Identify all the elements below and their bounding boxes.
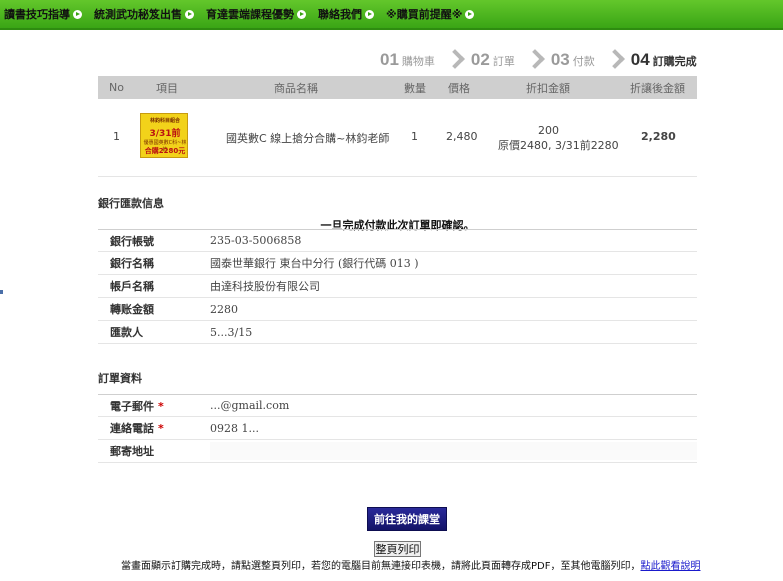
row-final: 2,280 xyxy=(641,130,676,143)
bank-label: 匯款人 xyxy=(110,326,143,339)
arrow-circle-icon xyxy=(185,9,194,19)
chevron-right-icon xyxy=(447,51,459,69)
col-header-no: No xyxy=(109,81,124,94)
nav-item-study-tips[interactable]: 讀書技巧指導 xyxy=(4,6,82,22)
thumb-text: 合購2280元 xyxy=(144,147,186,155)
label-text: 連絡電話 xyxy=(110,422,154,435)
step-complete: 04 訂購完成 xyxy=(631,50,697,70)
row-no: 1 xyxy=(113,130,120,143)
order-info-table: 電子郵件 * ...@gmail.com 連絡電話 * 0928 1... 郵寄地址 xyxy=(98,394,697,463)
bank-value: 由達科技股份有限公司 xyxy=(210,280,320,293)
nav-item-label: ※購買前提醒※ xyxy=(386,8,463,21)
nav-item-purchase-notice[interactable]: ※購買前提醒※ xyxy=(386,6,475,22)
step-label: 購物車 xyxy=(401,55,435,68)
arrow-circle-icon xyxy=(297,9,306,19)
bank-label: 轉账金額 xyxy=(110,303,154,316)
order-info-row: 郵寄地址 xyxy=(98,440,697,463)
row-discount-note: 原價2480, 3/31前2280 xyxy=(498,139,619,152)
bank-info-table: 銀行帳號 235-03-5006858 銀行名稱 國泰世華銀行 東台中分行 (銀… xyxy=(98,229,697,344)
phone-value: 0928 1... xyxy=(210,421,259,435)
email-value: ...@gmail.com xyxy=(210,399,290,412)
footer-text: 當畫面顯示訂購完成時，請點選整頁列印，若您的電腦目前無連接印表機，請將此頁面轉存… xyxy=(121,561,641,572)
order-table-header: No 項目 商品名稱 數量 價格 折扣金額 折讓後金額 xyxy=(98,76,697,99)
order-info-label: 連絡電話 * xyxy=(98,420,210,436)
step-number: 02 xyxy=(470,50,490,69)
order-info-row: 連絡電話 * 0928 1... xyxy=(98,417,697,440)
thumb-text: 3/31前 xyxy=(149,129,181,139)
col-header-price: 價格 xyxy=(448,81,470,95)
row-discount: 200 xyxy=(538,124,559,137)
thumb-text: 林鈞科目組合 xyxy=(149,118,180,124)
goto-my-class-button[interactable]: 前往我的課堂 xyxy=(367,507,447,531)
section-title-bank: 銀行匯款信息 xyxy=(98,197,164,210)
step-cart: 01 購物車 xyxy=(380,50,435,70)
product-name: 國英數C 線上搶分合購~林鈞老師 xyxy=(226,132,390,145)
step-label: 付款 xyxy=(572,55,595,68)
order-info-label: 電子郵件 * xyxy=(98,398,210,414)
arrow-circle-icon xyxy=(465,9,475,19)
col-header-name: 商品名稱 xyxy=(274,81,318,95)
row-qty: 1 xyxy=(411,130,418,143)
nav-item-cloud-advantages[interactable]: 育達雲端課程優勢 xyxy=(206,6,306,22)
col-header-item: 項目 xyxy=(156,81,178,95)
step-label: 訂購完成 xyxy=(652,55,697,68)
step-order: 02 訂單 xyxy=(471,50,515,70)
bank-row: 銀行帳號 235-03-5006858 xyxy=(98,229,697,252)
order-info-row: 電子郵件 * ...@gmail.com xyxy=(98,394,697,417)
bank-row: 銀行名稱 國泰世華銀行 東台中分行 (銀行代碼 013 ) xyxy=(98,252,697,275)
step-number: 01 xyxy=(380,50,399,69)
col-header-final: 折讓後金額 xyxy=(630,81,685,95)
step-label: 訂單 xyxy=(492,55,515,68)
col-header-discount: 折扣金額 xyxy=(526,81,570,95)
chevron-right-icon xyxy=(607,51,619,69)
bank-value: 國泰世華銀行 東台中分行 (銀行代碼 013 ) xyxy=(210,257,419,270)
bank-value: 5...3/15 xyxy=(210,325,253,339)
print-page-button[interactable]: 整頁列印 xyxy=(374,541,421,557)
bank-label: 帳戶名稱 xyxy=(110,280,154,293)
nav-item-label: 讀書技巧指導 xyxy=(4,8,70,21)
bank-label: 銀行帳號 xyxy=(110,234,154,248)
product-thumbnail[interactable]: 林鈞科目組合 3/31前 優惠國英數C科~林鈞 合購2280元 xyxy=(140,113,188,158)
checkout-steps: 01 購物車 02 訂單 03 付款 04 訂購完成 xyxy=(380,50,697,70)
arrow-circle-icon xyxy=(365,9,374,19)
nav-item-label: 聯絡我們 xyxy=(318,8,362,21)
section-title-order-info: 訂單資料 xyxy=(98,372,142,385)
col-header-qty: 數量 xyxy=(404,81,426,95)
top-nav: 讀書技巧指導 統測武功秘笈出售 育達雲端課程優勢 聯絡我們 ※購買前提醒※ xyxy=(0,0,783,30)
order-info-label: 郵寄地址 xyxy=(110,445,154,458)
step-number: 03 xyxy=(550,50,570,69)
bank-value: 235-03-5006858 xyxy=(210,234,302,247)
nav-item-label: 育達雲端課程優勢 xyxy=(206,8,294,21)
nav-item-label: 統測武功秘笈出售 xyxy=(94,8,182,21)
help-link[interactable]: 點此觀看說明 xyxy=(640,561,700,572)
nav-item-guide-sale[interactable]: 統測武功秘笈出售 xyxy=(94,6,194,22)
arrow-circle-icon xyxy=(73,9,82,19)
table-row: 1 林鈞科目組合 3/31前 優惠國英數C科~林鈞 合購2280元 國英數C 線… xyxy=(98,99,697,177)
bank-row: 轉账金額 2280 xyxy=(98,298,697,321)
footer-note: 當畫面顯示訂購完成時，請點選整頁列印，若您的電腦目前無連接印表機，請將此頁面轉存… xyxy=(121,557,700,572)
chevron-right-icon xyxy=(527,51,539,69)
bank-label: 銀行名稱 xyxy=(110,257,154,270)
label-text: 電子郵件 xyxy=(110,399,154,413)
nav-item-contact[interactable]: 聯絡我們 xyxy=(318,6,374,22)
bank-row: 帳戶名稱 由達科技股份有限公司 xyxy=(98,275,697,298)
step-number: 04 xyxy=(630,50,650,69)
bank-value: 2280 xyxy=(210,302,238,316)
required-mark: * xyxy=(158,422,164,435)
bank-row: 匯款人 5...3/15 xyxy=(98,321,697,344)
step-payment: 03 付款 xyxy=(551,50,595,70)
required-mark: * xyxy=(158,399,164,413)
side-marker xyxy=(0,290,3,294)
row-price: 2,480 xyxy=(446,130,478,143)
address-field xyxy=(210,442,697,460)
